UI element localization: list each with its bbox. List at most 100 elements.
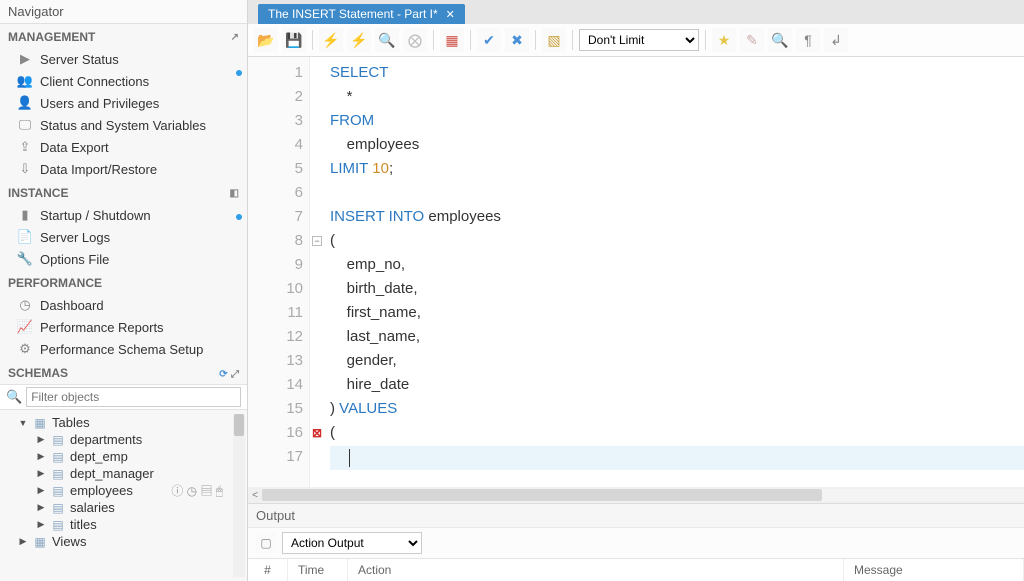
explain-button[interactable]: 🔍 <box>375 28 399 52</box>
nav-item-icon: 📈 <box>16 319 34 335</box>
table-item[interactable]: ▶▤salaries <box>4 499 243 516</box>
editor-hscrollbar[interactable]: < <box>248 487 1024 503</box>
rollback-button[interactable]: ✖ <box>505 28 529 52</box>
nav-item[interactable]: 👤 Users and Privileges <box>0 92 247 114</box>
nav-item-label: Users and Privileges <box>40 96 159 111</box>
favorite-button[interactable]: ★ <box>712 28 736 52</box>
table-item[interactable]: ▶▤employeesⓘ ◷ ▤ 🖱 <box>4 482 243 499</box>
tree-views[interactable]: ▶ ▦ Views <box>4 533 243 550</box>
instance-icon: ◧ <box>230 188 239 199</box>
execute-button[interactable]: ⚡ <box>319 28 343 52</box>
collapse-icon[interactable]: ▼ <box>18 418 28 428</box>
tree-tables[interactable]: ▼ ▦ Tables <box>4 414 243 431</box>
table-item[interactable]: ▶▤departments <box>4 431 243 448</box>
fold-gutter: −⊠ <box>310 61 324 487</box>
nav-item[interactable]: 📄Server Logs <box>0 226 247 248</box>
nav-item-icon: ⚙ <box>16 341 34 357</box>
table-icon: ▤ <box>50 518 66 532</box>
schema-filter-input[interactable] <box>26 387 241 407</box>
output-selector[interactable]: Action Output <box>282 532 422 554</box>
schema-tree[interactable]: ▼ ▦ Tables ▶▤departments▶▤dept_emp▶▤dept… <box>0 410 247 581</box>
nav-item[interactable]: 🔧 Options File <box>0 248 247 270</box>
nav-item[interactable]: ⇩Data Import/Restore <box>0 158 247 180</box>
nav-item-icon: 📄 <box>16 229 34 245</box>
nav-item-icon: 👥 <box>16 73 34 89</box>
table-icon: ▤ <box>50 467 66 481</box>
tree-scrollbar[interactable] <box>233 414 245 577</box>
editor-main: The INSERT Statement - Part I* ✕ 📂 💾 ⚡ ⚡… <box>248 0 1024 581</box>
nav-item-icon: 🔧 <box>16 251 34 267</box>
nav-item[interactable]: ▶Server Status <box>0 48 247 70</box>
views-icon: ▦ <box>32 535 48 549</box>
table-item[interactable]: ▶ ▤ dept_emp <box>4 448 243 465</box>
stop-button[interactable]: ⨂ <box>403 28 427 52</box>
expand-tri-icon[interactable]: ▶ <box>36 468 46 479</box>
output-toolbar: ▢ Action Output <box>248 527 1024 558</box>
sql-tab[interactable]: The INSERT Statement - Part I* ✕ <box>258 4 465 24</box>
line-gutter: 1234567891011121314151617 <box>248 57 310 487</box>
open-file-button[interactable]: 📂 <box>254 28 278 52</box>
toggle-button[interactable]: ▦ <box>440 28 464 52</box>
nav-item[interactable]: ⚙ Performance Schema Setup <box>0 338 247 360</box>
nav-item-icon: 👤 <box>16 95 34 111</box>
nav-item-label: Startup / Shutdown <box>40 208 151 223</box>
table-tool-icons[interactable]: ⓘ ◷ ▤ 🖱 <box>171 482 223 499</box>
toggle-whitespace-button[interactable]: ¶ <box>796 28 820 52</box>
commit-button[interactable]: ✔ <box>477 28 501 52</box>
nav-item-icon: 🖵 <box>16 117 34 133</box>
nav-item[interactable]: 📈Performance Reports <box>0 316 247 338</box>
limit-select[interactable]: Don't Limit <box>579 29 699 51</box>
tab-bar: The INSERT Statement - Part I* ✕ <box>248 0 1024 24</box>
nav-item[interactable]: 🖵Status and System Variables <box>0 114 247 136</box>
table-icon: ▤ <box>50 450 66 464</box>
beautify-button[interactable]: ✎ <box>740 28 764 52</box>
expand-tri-icon[interactable]: ▶ <box>36 519 46 530</box>
output-grid-header: # Time Action Message <box>248 558 1024 581</box>
nav-item[interactable]: 👥 Client Connections <box>0 70 247 92</box>
nav-item-icon: ◷ <box>16 297 34 313</box>
expand-tri-icon[interactable]: ▶ <box>18 536 28 547</box>
navigator-title: Navigator <box>0 0 247 24</box>
nav-item-label: Data Export <box>40 140 109 155</box>
nav-item-label: Dashboard <box>40 298 104 313</box>
nav-item-label: Options File <box>40 252 109 267</box>
search-icon: 🔍 <box>6 389 22 405</box>
expand-tri-icon[interactable]: ▶ <box>36 451 46 462</box>
navigator-sidebar: Navigator MANAGEMENT ↗ ▶Server Status 👥 Cl… <box>0 0 248 581</box>
autocommit-button[interactable]: ▧ <box>542 28 566 52</box>
refresh-icon[interactable]: ⟳ <box>219 369 227 380</box>
close-icon[interactable]: ✕ <box>446 8 455 21</box>
nav-item[interactable]: ◷ Dashboard <box>0 294 247 316</box>
table-name: dept_emp <box>70 449 128 464</box>
section-management: MANAGEMENT ↗ <box>0 24 247 48</box>
wrap-button[interactable]: ↲ <box>824 28 848 52</box>
find-button[interactable]: 🔍 <box>768 28 792 52</box>
nav-item-label: Performance Schema Setup <box>40 342 203 357</box>
expand-tri-icon[interactable]: ▶ <box>36 485 46 496</box>
nav-item-icon: ▶ <box>16 51 34 67</box>
popout-icon[interactable]: ↗ <box>231 32 239 43</box>
expand-icon[interactable]: ⤢ <box>231 369 239 380</box>
fold-icon[interactable]: − <box>312 236 322 246</box>
table-item[interactable]: ▶ ▤ dept_manager <box>4 465 243 482</box>
save-button[interactable]: 💾 <box>282 28 306 52</box>
section-performance: PERFORMANCE <box>0 270 247 294</box>
nav-item[interactable]: ⇪ Data Export <box>0 136 247 158</box>
tables-icon: ▦ <box>32 416 48 430</box>
nav-item-icon: ⇪ <box>16 139 34 155</box>
nav-item-label: Data Import/Restore <box>40 162 157 177</box>
execute-step-button[interactable]: ⚡ <box>347 28 371 52</box>
table-item[interactable]: ▶▤titles <box>4 516 243 533</box>
output-view-icon[interactable]: ▢ <box>256 533 276 553</box>
nav-item-label: Client Connections <box>40 74 149 89</box>
table-name: dept_manager <box>70 466 154 481</box>
expand-tri-icon[interactable]: ▶ <box>36 434 46 445</box>
table-icon: ▤ <box>50 501 66 515</box>
schema-filter-row: 🔍 <box>0 384 247 410</box>
section-schemas: SCHEMAS ⟳ ⤢ <box>0 360 247 384</box>
sql-editor[interactable]: 1234567891011121314151617 −⊠ SELECT *FRO… <box>248 57 1024 487</box>
nav-item[interactable]: ▮Startup / Shutdown <box>0 204 247 226</box>
expand-tri-icon[interactable]: ▶ <box>36 502 46 513</box>
scroll-left-icon[interactable]: < <box>248 490 262 501</box>
code-area[interactable]: SELECT *FROM employeesLIMIT 10; INSERT I… <box>310 57 1024 487</box>
